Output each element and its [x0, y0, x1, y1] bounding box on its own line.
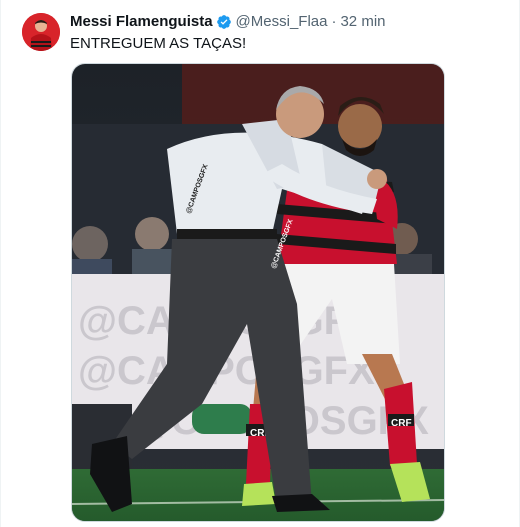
tweet-card[interactable]: Messi Flamenguista @Messi_Flaa · 32 min … — [0, 0, 520, 527]
verified-badge-icon — [216, 15, 231, 29]
tweet-header: Messi Flamenguista @Messi_Flaa · 32 min — [70, 12, 386, 32]
author-handle[interactable]: @Messi_Flaa — [236, 12, 328, 32]
avatar-photo-icon — [22, 13, 60, 51]
avatar[interactable] — [22, 13, 60, 51]
sock-text-right: CRF — [391, 418, 412, 429]
tweet-timestamp[interactable]: 32 min — [340, 12, 385, 32]
tweet-text: ENTREGUEM AS TAÇAS! — [70, 35, 247, 52]
header-separator: · — [331, 13, 337, 30]
tweet-media-photo[interactable]: @CAMPOSGFX @CAMPOSGFX @CAMPOSGFX CRF — [71, 63, 445, 522]
author-display-name[interactable]: Messi Flamenguista — [70, 12, 213, 32]
photo-image: @CAMPOSGFX @CAMPOSGFX @CAMPOSGFX CRF — [72, 64, 444, 521]
